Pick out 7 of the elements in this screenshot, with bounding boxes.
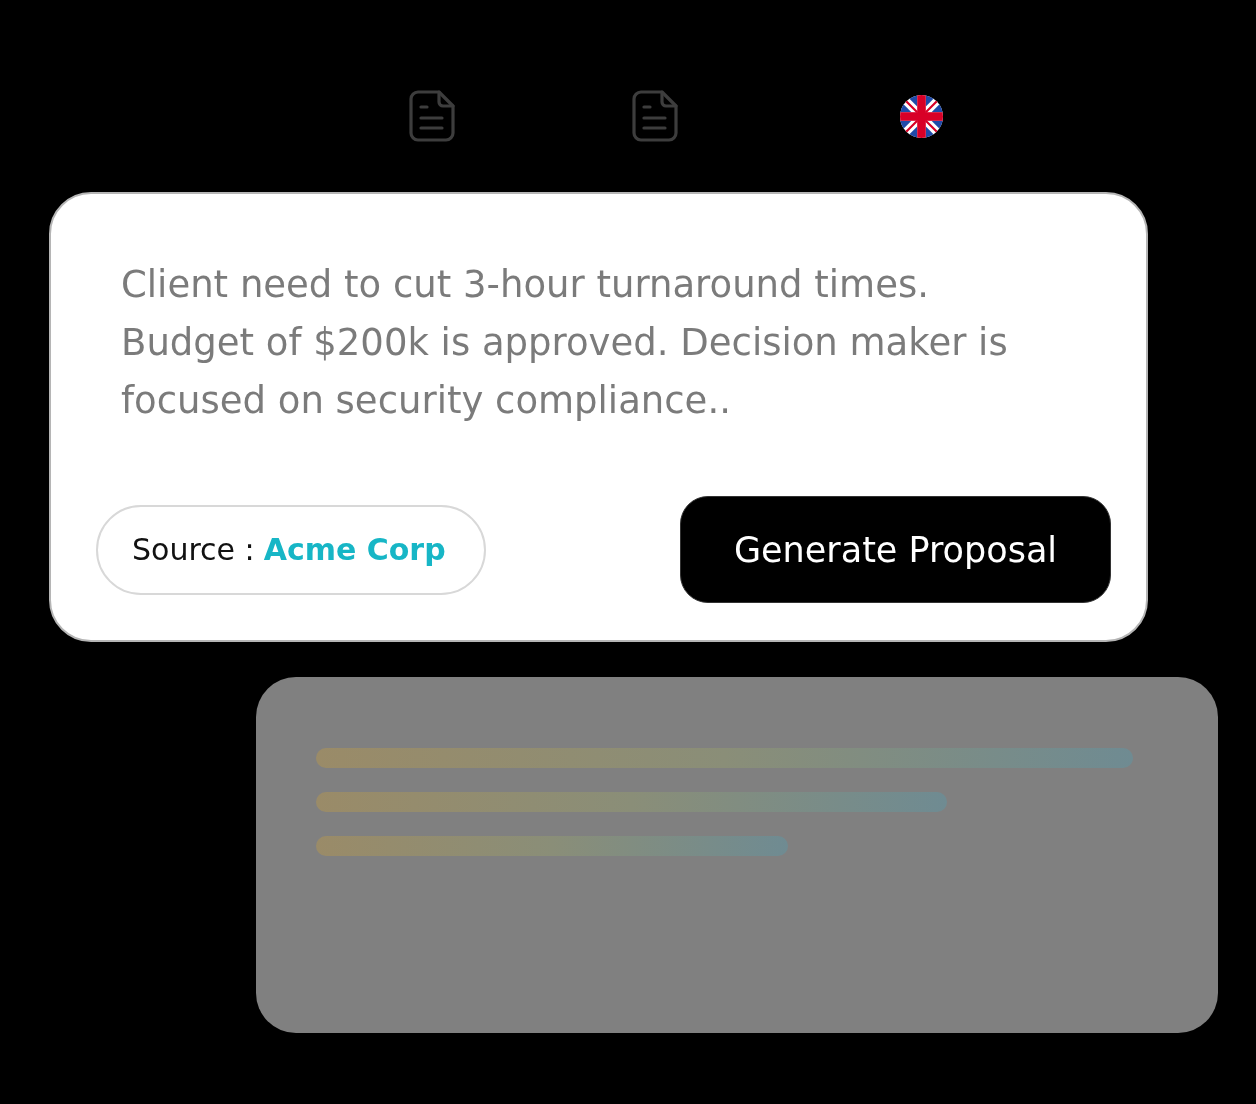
source-value: Acme Corp: [263, 532, 446, 567]
generate-proposal-button[interactable]: Generate Proposal: [680, 496, 1111, 603]
notes-text: Client need to cut 3-hour turnaround times. Budget of $200k is approved. Decision maker is focused on security compliance..: [121, 262, 1009, 424]
source-label: Source :: [132, 532, 255, 567]
document-icon: [632, 90, 678, 142]
uk-flag-icon: [900, 94, 943, 138]
document-icon: [409, 90, 455, 142]
